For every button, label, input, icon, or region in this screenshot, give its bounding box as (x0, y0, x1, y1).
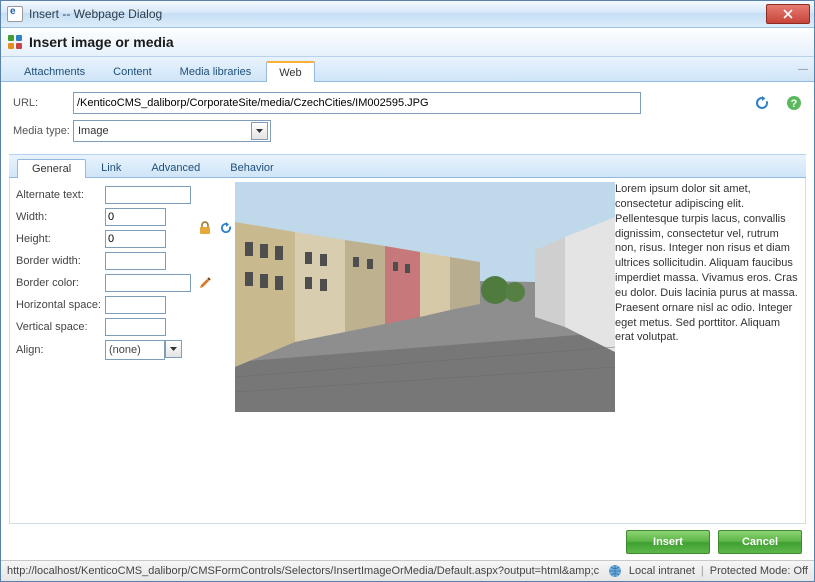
ie-favicon-icon (7, 6, 23, 22)
lock-icon (197, 220, 213, 236)
dropdown-button[interactable] (251, 122, 268, 140)
border-width-input[interactable] (105, 252, 166, 270)
globe-icon (607, 563, 623, 579)
close-icon (783, 9, 793, 19)
vspace-label: Vertical space: (14, 316, 103, 338)
status-bar: http://localhost/KenticoCMS_daliborp/CMS… (1, 560, 814, 581)
color-picker-button[interactable] (197, 275, 213, 291)
svg-text:?: ? (791, 98, 798, 110)
subtab-general[interactable]: General (17, 159, 86, 178)
align-dropdown-button[interactable] (165, 340, 182, 358)
width-label: Width: (14, 206, 103, 228)
help-button[interactable]: ? (786, 95, 802, 111)
url-section: URL: ? Media type: Image (1, 82, 814, 148)
vspace-input[interactable] (105, 318, 166, 336)
media-type-label: Media type: (13, 125, 73, 137)
chevron-down-icon (256, 129, 263, 133)
dialog-heading: Insert image or media (29, 34, 174, 50)
tab-web[interactable]: Web (266, 61, 314, 82)
media-type-value: Image (78, 125, 109, 137)
width-input[interactable] (105, 208, 166, 226)
media-type-select[interactable]: Image (73, 120, 271, 142)
reset-icon (218, 220, 234, 236)
border-color-label: Border color: (14, 272, 103, 294)
main-tabstrip: Attachments Content Media libraries Web … (1, 57, 814, 82)
preview-image (235, 182, 615, 412)
dialog-header: Insert image or media (1, 28, 814, 57)
url-label: URL: (13, 97, 73, 109)
titlebar: Insert -- Webpage Dialog (1, 1, 814, 28)
tab-attachments[interactable]: Attachments (11, 61, 98, 81)
alternate-text-input[interactable] (105, 186, 191, 204)
dialog-window: Insert -- Webpage Dialog Insert image or… (0, 0, 815, 582)
hspace-label: Horizontal space: (14, 294, 103, 316)
insert-button[interactable]: Insert (626, 530, 710, 554)
tab-media-libraries[interactable]: Media libraries (167, 61, 265, 81)
subtab-behavior[interactable]: Behavior (215, 158, 288, 177)
refresh-icon (754, 95, 770, 111)
status-zone: Local intranet (629, 565, 695, 577)
close-button[interactable] (766, 4, 810, 24)
subtab-advanced[interactable]: Advanced (136, 158, 215, 177)
chevron-down-icon (170, 347, 177, 351)
help-icon: ? (786, 95, 802, 111)
subtab-link[interactable]: Link (86, 158, 136, 177)
status-mode: Protected Mode: Off (710, 565, 808, 577)
border-color-input[interactable] (105, 274, 191, 292)
refresh-button[interactable] (754, 95, 770, 111)
align-label: Align: (14, 338, 103, 362)
panel-collapse-icon[interactable]: — (798, 64, 808, 75)
window-title: Insert -- Webpage Dialog (29, 7, 766, 21)
sub-tabstrip: General Link Advanced Behavior (9, 154, 806, 178)
zone-icon-wrap (607, 563, 623, 579)
alternate-text-label: Alternate text: (14, 184, 103, 206)
align-value: (none) (109, 344, 141, 356)
media-app-icon (7, 34, 23, 50)
tab-content[interactable]: Content (100, 61, 165, 81)
hspace-input[interactable] (105, 296, 166, 314)
dialog-body: Alternate text: Width: (9, 178, 806, 524)
properties-panel: Alternate text: Width: (10, 178, 235, 523)
border-width-label: Border width: (14, 250, 103, 272)
reset-size-button[interactable] (218, 220, 234, 236)
dialog-footer: Insert Cancel (1, 524, 814, 560)
height-label: Height: (14, 228, 103, 250)
color-picker-icon (197, 275, 213, 291)
lock-aspect-button[interactable] (197, 220, 213, 236)
status-separator: | (701, 565, 704, 577)
align-select[interactable]: (none) (105, 340, 165, 360)
cancel-button[interactable]: Cancel (718, 530, 802, 554)
height-input[interactable] (105, 230, 166, 248)
url-input[interactable] (73, 92, 641, 114)
status-url: http://localhost/KenticoCMS_daliborp/CMS… (7, 565, 599, 577)
preview-panel: Lorem ipsum dolor sit amet, consectetur … (235, 178, 805, 523)
preview-lorem-text: Lorem ipsum dolor sit amet, consectetur … (615, 183, 798, 343)
